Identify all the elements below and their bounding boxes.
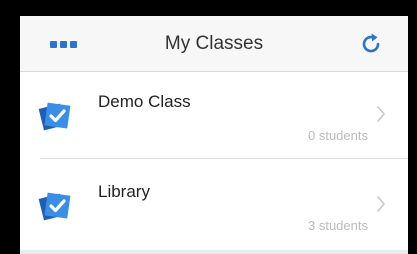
navigation-bar: My Classes [20,16,408,72]
student-count: 0 students [308,128,368,143]
chevron-right-icon [376,195,386,213]
class-name: Demo Class [98,92,191,111]
page-title: My Classes [164,33,264,54]
class-check-icon [38,189,72,223]
class-check-icon [38,99,72,133]
app-screen: My Classes Demo Class 0 students Library… [20,16,408,254]
class-row-library[interactable]: Library 3 students [20,162,408,251]
refresh-icon[interactable] [358,31,384,57]
class-name: Library [98,182,150,201]
list-footer-band [20,250,408,254]
chevron-right-icon [376,105,386,123]
row-divider [40,158,408,159]
class-row-demo-class[interactable]: Demo Class 0 students [20,72,408,161]
student-count: 3 students [308,218,368,233]
